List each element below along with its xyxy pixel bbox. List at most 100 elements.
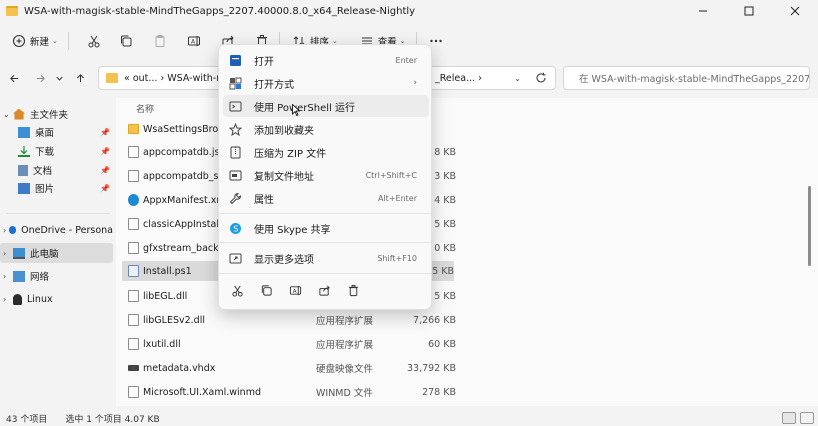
sidebar-item-this-pc[interactable]: › 此电脑 — [0, 243, 113, 263]
svg-text:A: A — [191, 39, 196, 46]
share-icon — [319, 285, 330, 296]
skype-icon: S — [229, 222, 242, 235]
arrow-left-icon — [9, 74, 18, 82]
menu-item-label: 显示更多选项 — [254, 254, 314, 266]
file-type: 硬盘映像文件 — [316, 364, 374, 375]
list-item[interactable]: lxutil.dll 应用程序扩展 60 KB — [122, 334, 456, 354]
home-icon — [13, 108, 25, 120]
file-name: libGLESv2.dll — [143, 314, 205, 326]
file-size: 0 KB — [434, 242, 456, 254]
menu-item-compress-zip[interactable]: 压缩为 ZIP 文件 — [223, 141, 429, 163]
maximize-button[interactable] — [726, 0, 772, 22]
cut-button[interactable] — [223, 279, 252, 301]
sidebar-item-label: 桌面 — [35, 128, 55, 139]
list-item[interactable]: libGLESv2.dll 应用程序扩展 7,266 KB — [122, 310, 456, 330]
cut-button[interactable] — [81, 28, 107, 54]
dll-file-icon — [128, 338, 139, 350]
menu-item-run-powershell[interactable]: 使用 PowerShell 运行 — [223, 95, 429, 117]
dll-file-icon — [128, 314, 139, 326]
divider — [67, 32, 69, 50]
file-type: 应用程序扩展 — [316, 316, 374, 327]
zip-icon — [229, 146, 242, 159]
divider — [219, 213, 431, 214]
search-input[interactable]: 在 WSA-with-magisk-stable-MindTheGapps_22… — [563, 66, 810, 90]
menu-item-properties[interactable]: 属性 Alt+Enter — [223, 187, 429, 209]
menu-item-add-favorite[interactable]: 添加到收藏夹 — [223, 118, 429, 140]
sidebar-item-onedrive[interactable]: › OneDrive - Persona — [0, 220, 113, 240]
chevron-down-icon[interactable]: ⌄ — [3, 110, 13, 119]
recent-locations-button[interactable] — [52, 66, 66, 90]
scrollbar-thumb[interactable] — [808, 186, 811, 266]
pictures-icon — [18, 182, 30, 194]
menu-item-open-with[interactable]: 打开方式 › — [223, 72, 429, 94]
divider — [6, 213, 110, 214]
folder-icon — [6, 6, 18, 16]
menu-item-open[interactable]: 打开 Enter — [223, 49, 429, 71]
open-with-icon — [229, 77, 242, 90]
sidebar-item-linux[interactable]: › Linux — [0, 289, 113, 309]
powershell-icon — [229, 100, 242, 113]
menu-item-skype-share[interactable]: S 使用 Skype 共享 — [223, 217, 429, 239]
breadcrumb-current[interactable]: _Relea... › — [435, 73, 482, 84]
back-button[interactable] — [2, 66, 26, 90]
forward-button[interactable] — [28, 66, 52, 90]
list-item[interactable]: metadata.vhdx 硬盘映像文件 33,792 KB — [122, 358, 456, 378]
chevron-right-icon[interactable]: › — [3, 272, 13, 281]
file-size: 5 KB — [434, 218, 456, 230]
vertical-scrollbar[interactable] — [807, 96, 813, 406]
sidebar-item-documents[interactable]: 文档 📌 — [0, 160, 113, 180]
file-type: WINMD 文件 — [316, 388, 373, 399]
menu-item-label: 添加到收藏夹 — [254, 125, 314, 137]
menu-item-label: 使用 PowerShell 运行 — [254, 102, 355, 114]
chevron-right-icon: › — [413, 78, 417, 88]
new-label: 新建 — [30, 37, 50, 48]
delete-button[interactable] — [339, 279, 368, 301]
rename-button[interactable]: A — [281, 279, 310, 301]
sidebar-item-downloads[interactable]: 下载 📌 — [0, 141, 113, 161]
sidebar-item-label: 主文件夹 — [30, 110, 69, 121]
close-button[interactable] — [772, 0, 818, 22]
sidebar-item-network[interactable]: › 网络 — [0, 266, 113, 286]
menu-item-label: 使用 Skype 共享 — [254, 224, 331, 236]
chevron-right-icon[interactable]: › — [3, 295, 13, 304]
tiles-view-button[interactable] — [800, 412, 814, 424]
edge-icon — [128, 194, 139, 206]
chevron-right-icon[interactable]: › — [3, 249, 13, 258]
navigation-pane: ⌄ 主文件夹 桌面 📌 下载 📌 文档 📌 图片 📌 › OneDrive - … — [0, 100, 116, 406]
star-icon — [229, 122, 242, 136]
details-view-button[interactable] — [782, 412, 796, 424]
menu-shortcut: Alt+Enter — [377, 193, 417, 203]
copy-button[interactable] — [252, 279, 281, 301]
breadcrumb[interactable]: « out... › WSA-with-m — [124, 73, 225, 84]
menu-item-copy-path[interactable]: 复制文件地址 Ctrl+Shift+C — [223, 164, 429, 186]
svg-text:A: A — [293, 288, 297, 294]
share-button[interactable] — [310, 279, 339, 301]
chevron-down-icon[interactable]: ⌄ — [514, 74, 521, 83]
file-size: 5 KB — [432, 265, 454, 277]
sidebar-item-desktop[interactable]: 桌面 📌 — [0, 122, 113, 142]
linux-icon — [13, 293, 22, 305]
sidebar-item-label: 下载 — [35, 147, 55, 158]
file-name: Microsoft.UI.Xaml.winmd — [143, 386, 261, 398]
rename-button[interactable]: A — [181, 28, 207, 54]
file-size: 8 KB — [434, 146, 456, 158]
sidebar-item-label: 此电脑 — [30, 249, 59, 260]
up-button[interactable] — [68, 66, 92, 90]
sidebar-item-home[interactable]: ⌄ 主文件夹 — [0, 104, 113, 124]
new-button[interactable]: 新建 ⌄ — [6, 28, 64, 54]
file-size: 4 KB — [434, 194, 456, 206]
menu-item-show-more[interactable]: 显示更多选项 Shift+F10 — [223, 247, 429, 269]
divider — [219, 273, 431, 274]
file-icon — [128, 146, 139, 158]
list-item[interactable]: Microsoft.UI.Xaml.winmd WINMD 文件 278 KB — [122, 382, 456, 402]
file-type: 应用程序扩展 — [316, 340, 374, 351]
sidebar-item-pictures[interactable]: 图片 📌 — [0, 178, 113, 198]
refresh-icon[interactable] — [535, 72, 547, 84]
column-header-name[interactable]: 名称 — [136, 102, 154, 115]
file-size: 3 KB — [434, 170, 456, 182]
minimize-button[interactable] — [680, 0, 726, 22]
paste-button[interactable] — [147, 28, 173, 54]
file-name: metadata.vhdx — [143, 362, 216, 374]
disk-image-icon — [128, 365, 139, 371]
copy-button[interactable] — [113, 28, 139, 54]
